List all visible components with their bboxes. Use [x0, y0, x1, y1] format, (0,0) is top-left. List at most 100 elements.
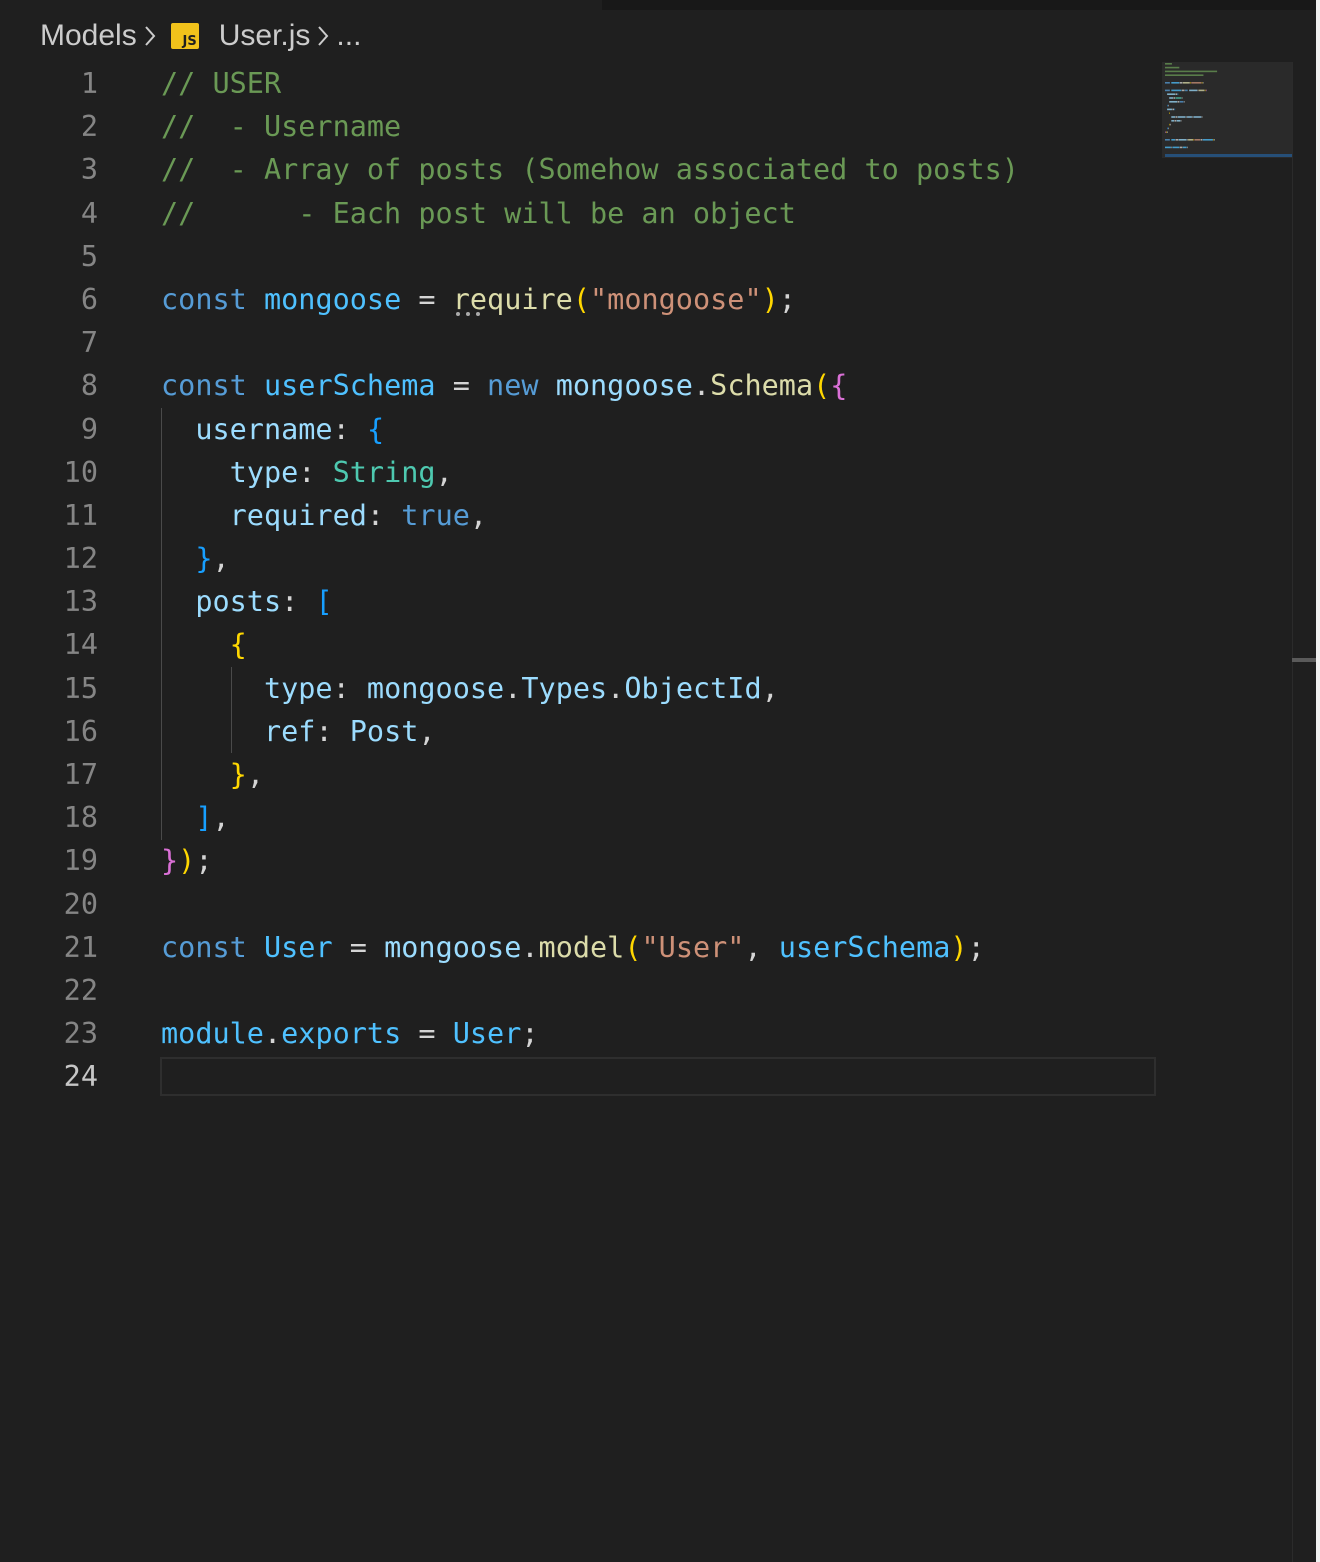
code-line[interactable]: 1 // USER [0, 62, 1160, 105]
line-code: { [161, 623, 247, 666]
minimap-token [1175, 93, 1178, 95]
code-token: ; [778, 282, 796, 316]
code-line[interactable]: 4 // - Each post will be an object [0, 192, 1160, 235]
code-line[interactable]: 14 { [0, 623, 1160, 666]
code-line[interactable]: 13 posts: [ [0, 580, 1160, 623]
minimap-token [1188, 139, 1193, 141]
line-number: 17 [63, 758, 98, 791]
code-token: ( [572, 282, 591, 316]
code-token: new [487, 369, 539, 403]
line-code: username: { [161, 408, 384, 451]
code-line[interactable]: 23 module.exports = User; [0, 1012, 1160, 1055]
minimap-token [1194, 139, 1201, 141]
javascript-file-icon: JS [170, 23, 199, 49]
code-line[interactable]: 17 }, [0, 753, 1160, 796]
code-line[interactable]: 22 [0, 969, 1160, 1012]
line-number: 6 [80, 282, 98, 316]
code-token: module [161, 1017, 264, 1051]
indent-guide [161, 408, 162, 840]
minimap-token [1175, 116, 1178, 118]
minimap-token [1202, 82, 1204, 84]
line-number: 18 [63, 801, 98, 835]
code-line[interactable]: 10 type: String, [0, 451, 1160, 494]
code-token: "User" [641, 930, 745, 964]
tab-strip [0, 0, 1320, 10]
active-tab[interactable] [0, 0, 602, 10]
code-token: type [229, 455, 299, 489]
code-suggestion-dots-icon[interactable] [455, 311, 481, 317]
code-line[interactable]: 7 [0, 321, 1160, 364]
code-token: const [161, 282, 247, 316]
code-token: : [315, 714, 350, 748]
window-edge [1316, 0, 1320, 1562]
code-token: "mongoose" [590, 282, 762, 316]
code-line[interactable]: 9 username: { [0, 408, 1160, 451]
minimap-token [1178, 139, 1187, 141]
code-token: exports [281, 1017, 402, 1051]
minimap-token [1175, 97, 1182, 99]
line-number: 24 [63, 1060, 98, 1094]
minimap-token [1173, 97, 1176, 99]
code-line[interactable]: 11 required: true, [0, 494, 1160, 537]
code-line[interactable]: 19}); [0, 839, 1160, 882]
minimap-token [1165, 139, 1170, 141]
code-token: = [435, 369, 488, 403]
minimap-token [1174, 120, 1177, 122]
minimap-current-line [1165, 154, 1292, 157]
code-token: posts [195, 585, 282, 619]
code-token: // - Username [161, 110, 402, 144]
minimap-token [1166, 131, 1167, 133]
code-token: , [418, 714, 436, 748]
minimap-token [1177, 93, 1179, 95]
code-line[interactable]: 3 // - Array of posts (Somehow associated… [0, 148, 1160, 191]
minimap-token [1213, 139, 1214, 141]
line-number: 12 [63, 542, 98, 576]
minimap-token [1177, 116, 1186, 118]
code-line[interactable]: 6 const mongoose = require("mongoose"); [0, 278, 1160, 321]
code-line[interactable]: 2 // - Username [0, 105, 1160, 148]
code-token: Types [521, 671, 608, 705]
scrollbar-thumb[interactable] [1292, 658, 1316, 662]
code-token: User [263, 930, 333, 964]
code-line[interactable]: 15 type: mongoose.Types.ObjectId, [0, 667, 1160, 710]
code-editor[interactable]: 1 // USER 2 // - Username 3 // - Array of pos… [0, 62, 1160, 1099]
minimap-token [1167, 104, 1168, 107]
line-number: 8 [80, 369, 98, 403]
code-token: true [401, 498, 470, 532]
code-line[interactable]: 5 [0, 235, 1160, 278]
code-line[interactable]: 21 const User = mongoose.model("User", us… [0, 926, 1160, 969]
code-line[interactable]: 20 [0, 883, 1160, 926]
code-token: , [435, 455, 453, 489]
breadcrumb-symbols-ellipsis[interactable]: ... [336, 19, 361, 53]
code-token: [ [315, 585, 333, 619]
code-token: { [229, 628, 247, 662]
code-token: = [401, 1017, 453, 1051]
line-code: // - Username [161, 105, 401, 148]
code-line[interactable]: 8 const userSchema = new mongoose.Schema(… [0, 364, 1160, 407]
code-token: Schema [710, 369, 814, 403]
breadcrumb-file-user-js[interactable]: User.js [219, 19, 311, 53]
minimap-token [1204, 89, 1206, 92]
code-token: userSchema [778, 930, 951, 964]
minimap[interactable] [1165, 62, 1293, 162]
minimap-token [1167, 131, 1168, 133]
vertical-scrollbar[interactable] [1292, 62, 1317, 1562]
code-token: userSchema [263, 369, 436, 403]
code-token: } [229, 758, 247, 791]
minimap-token [1167, 127, 1168, 130]
code-token: . [521, 930, 539, 964]
code-line[interactable]: 12 }, [0, 537, 1160, 580]
minimap-token [1176, 120, 1181, 122]
code-line[interactable]: 16 ref: Post, [0, 710, 1160, 753]
line-code: type: mongoose.Types.ObjectId, [161, 667, 779, 710]
line-number: 23 [63, 1017, 98, 1051]
breadcrumb-folder-models[interactable]: Models [40, 19, 137, 53]
code-line[interactable]: 18 ], [0, 796, 1160, 839]
